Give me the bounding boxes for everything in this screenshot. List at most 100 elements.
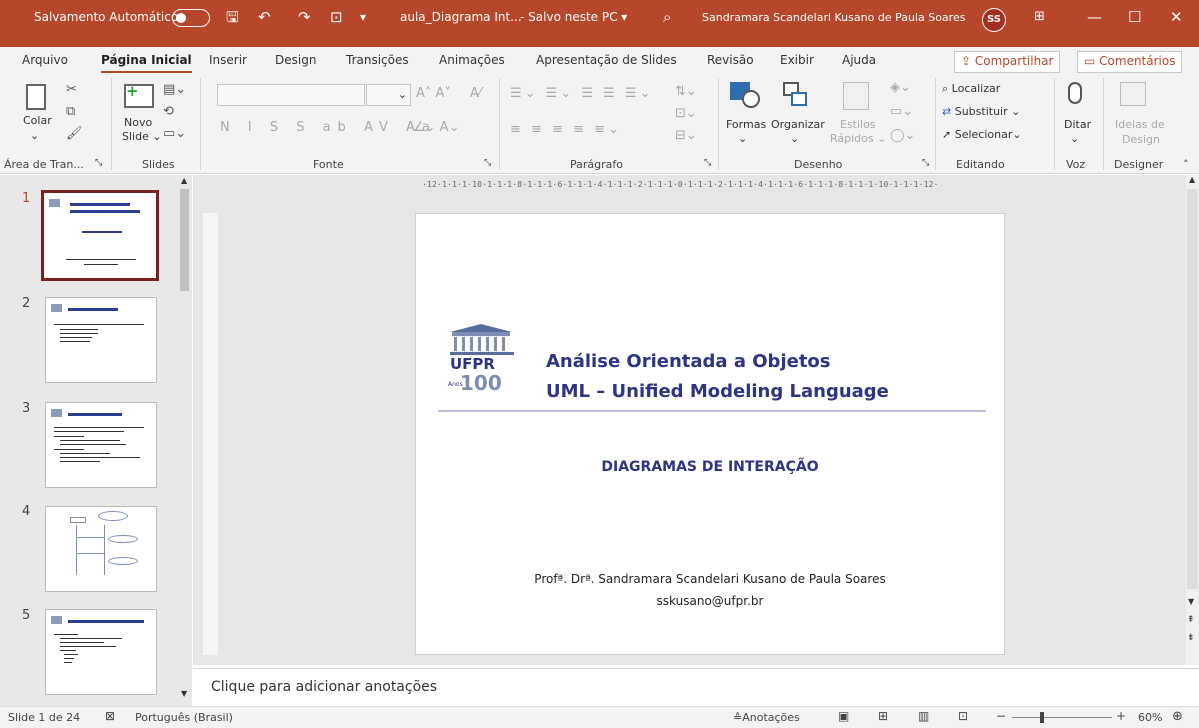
- zoom-out-icon[interactable]: −: [996, 709, 1006, 723]
- presentation-icon[interactable]: ⊡: [330, 8, 343, 26]
- dictate-label[interactable]: Ditar: [1064, 118, 1091, 131]
- notes-pane[interactable]: Clique para adicionar anotações: [193, 668, 1199, 706]
- slideshow-icon[interactable]: ⊡: [958, 709, 968, 723]
- shapes-label[interactable]: Formas: [726, 118, 766, 131]
- tab-apresentacao[interactable]: Apresentação de Slides: [536, 53, 677, 67]
- quick-styles-label[interactable]: Estilos: [840, 118, 876, 131]
- arrange-label[interactable]: Organizar: [771, 118, 825, 131]
- avatar[interactable]: SS: [982, 8, 1006, 32]
- notes-placeholder[interactable]: Clique para adicionar anotações: [211, 679, 437, 695]
- layout-icon[interactable]: ▤⌄: [163, 82, 186, 97]
- smartart-icon[interactable]: ⊟⌄: [675, 128, 697, 143]
- shape-effects-icon[interactable]: ◯⌄: [890, 128, 915, 143]
- align-buttons[interactable]: ≡ ≡ ≡ ≡ ≡⌄: [510, 122, 622, 137]
- font-launcher-icon[interactable]: ⤡: [484, 158, 491, 168]
- accessibility-icon[interactable]: ⊠: [105, 709, 115, 723]
- paste-icon[interactable]: [26, 84, 46, 110]
- grow-font-icon[interactable]: A˄ A˅: [416, 86, 451, 101]
- ribbon-display-icon[interactable]: ⊞: [1034, 8, 1045, 26]
- slide-sorter-icon[interactable]: ⊞: [878, 709, 888, 723]
- zoom-in-icon[interactable]: +: [1116, 709, 1126, 723]
- thumb-number: 1: [22, 191, 31, 206]
- undo-icon[interactable]: ↶: [258, 8, 271, 26]
- title-bar: Salvamento Automático 🖫 ↶ ↷ ⊡ ▾ aula_Dia…: [0, 0, 1199, 47]
- tab-exibir[interactable]: Exibir: [780, 53, 814, 67]
- tab-transicoes[interactable]: Transições: [346, 53, 409, 67]
- slide-title-line2[interactable]: UML – Unified Modeling Language: [546, 381, 889, 402]
- thumbnail-slide-3[interactable]: [45, 402, 157, 488]
- vertical-ruler: [203, 213, 218, 655]
- quick-styles-icon[interactable]: [843, 82, 869, 110]
- reset-icon[interactable]: ⟲: [163, 104, 174, 119]
- drawing-launcher-icon[interactable]: ⤡: [922, 158, 929, 168]
- thumbnail-slide-5[interactable]: [45, 609, 157, 695]
- zoom-slider-thumb[interactable]: [1040, 712, 1044, 723]
- slide-title-line1[interactable]: Análise Orientada a Objetos: [546, 351, 831, 372]
- find-button[interactable]: ⌕ Localizar: [942, 82, 1000, 96]
- language-status[interactable]: Português (Brasil): [135, 711, 233, 724]
- thumbnail-scrollbar[interactable]: ▲ ▼: [178, 176, 191, 704]
- user-name[interactable]: Sandramara Scandelari Kusano de Paula So…: [702, 11, 965, 24]
- font-size-input[interactable]: ⌄: [366, 84, 411, 106]
- share-button[interactable]: ⇪ Compartilhar: [954, 51, 1061, 73]
- autosave-toggle[interactable]: [172, 9, 210, 27]
- tab-inserir[interactable]: Inserir: [209, 53, 247, 67]
- reading-view-icon[interactable]: ▥: [918, 709, 929, 723]
- tab-pagina-inicial[interactable]: Página Inicial: [101, 53, 192, 73]
- font-name-input[interactable]: [217, 84, 365, 106]
- notes-toggle[interactable]: ≙Anotações: [733, 711, 800, 724]
- copy-icon[interactable]: ⧉: [66, 104, 75, 119]
- font-group-label: Fonte: [313, 158, 344, 171]
- zoom-level[interactable]: 60%: [1138, 711, 1162, 724]
- text-direction-icon[interactable]: ⇅⌄: [675, 84, 697, 99]
- tab-animacoes[interactable]: Animações: [439, 53, 505, 67]
- list-buttons[interactable]: ☰⌄ ☰⌄ ☰ ☰ ☰⌄: [510, 86, 653, 101]
- slide-subtitle[interactable]: DIAGRAMAS DE INTERAÇÃO: [416, 459, 1004, 475]
- shape-outline-icon[interactable]: ▭⌄: [890, 104, 913, 119]
- slide-email[interactable]: sskusano@ufpr.br: [416, 594, 1004, 608]
- slide-author[interactable]: Profª. Drª. Sandramara Scandelari Kusano…: [416, 572, 1004, 586]
- replace-button[interactable]: ⇄ Substituir ⌄: [942, 105, 1020, 118]
- minimize-icon[interactable]: —: [1087, 8, 1102, 26]
- current-slide[interactable]: UFPR 100 Anos Análise Orientada a Objeto…: [415, 213, 1005, 655]
- thumbnail-slide-1[interactable]: [41, 190, 159, 281]
- comments-button[interactable]: ▭ Comentários: [1077, 51, 1183, 73]
- tab-design[interactable]: Design: [275, 53, 316, 67]
- design-ideas-icon[interactable]: [1120, 82, 1146, 106]
- new-slide-label[interactable]: Novo: [124, 116, 152, 129]
- thumbnail-slide-4[interactable]: [45, 506, 157, 592]
- paragraph-launcher-icon[interactable]: ⤡: [704, 158, 711, 168]
- maximize-icon[interactable]: ☐: [1128, 8, 1141, 26]
- select-button[interactable]: ➚ Selecionar⌄: [942, 128, 1022, 141]
- zoom-slider[interactable]: [1012, 717, 1112, 718]
- highlight-icon[interactable]: ∠⌄ A⌄: [413, 120, 459, 135]
- save-status[interactable]: - Salvo neste PC ▾: [520, 10, 627, 24]
- ufpr-logo-icon: UFPR 100 Anos: [448, 324, 514, 395]
- clipboard-group-label: Área de Tran...: [4, 158, 84, 171]
- collapse-ribbon-icon[interactable]: ˄: [1183, 158, 1189, 171]
- save-icon[interactable]: 🖫: [226, 8, 239, 26]
- redo-icon[interactable]: ↷: [298, 8, 311, 26]
- cut-icon[interactable]: ✂: [66, 82, 77, 97]
- status-bar: Slide 1 de 24 ⊠ Português (Brasil) ≙Anot…: [0, 706, 1199, 728]
- clear-format-icon[interactable]: A⁄: [470, 86, 481, 101]
- editor-scrollbar[interactable]: ▲ ▼ ⇞ ⇟: [1186, 175, 1199, 665]
- thumbnail-slide-2[interactable]: [45, 297, 157, 383]
- font-style-buttons[interactable]: N I S S ab AV Aa: [220, 120, 437, 135]
- paste-label[interactable]: Colar: [23, 114, 52, 127]
- search-icon[interactable]: ⌕: [663, 8, 671, 26]
- normal-view-icon[interactable]: ▣: [838, 709, 849, 723]
- clipboard-launcher-icon[interactable]: ⤡: [95, 158, 102, 168]
- microphone-icon[interactable]: [1068, 82, 1082, 104]
- tab-revisao[interactable]: Revisão: [707, 53, 754, 67]
- shape-fill-icon[interactable]: ◈⌄: [890, 80, 911, 95]
- fit-slide-icon[interactable]: ⊕: [1172, 709, 1183, 724]
- align-text-icon[interactable]: ⊡⌄: [675, 106, 697, 121]
- design-ideas-label[interactable]: Ideias de: [1115, 118, 1165, 131]
- tab-arquivo[interactable]: Arquivo: [22, 53, 68, 67]
- customize-toolbar-icon[interactable]: ▾: [360, 8, 366, 26]
- tab-ajuda[interactable]: Ajuda: [842, 53, 876, 67]
- format-painter-icon[interactable]: 🖌: [66, 126, 83, 141]
- section-icon[interactable]: ▭⌄: [163, 126, 186, 141]
- close-icon[interactable]: ✕: [1170, 8, 1183, 26]
